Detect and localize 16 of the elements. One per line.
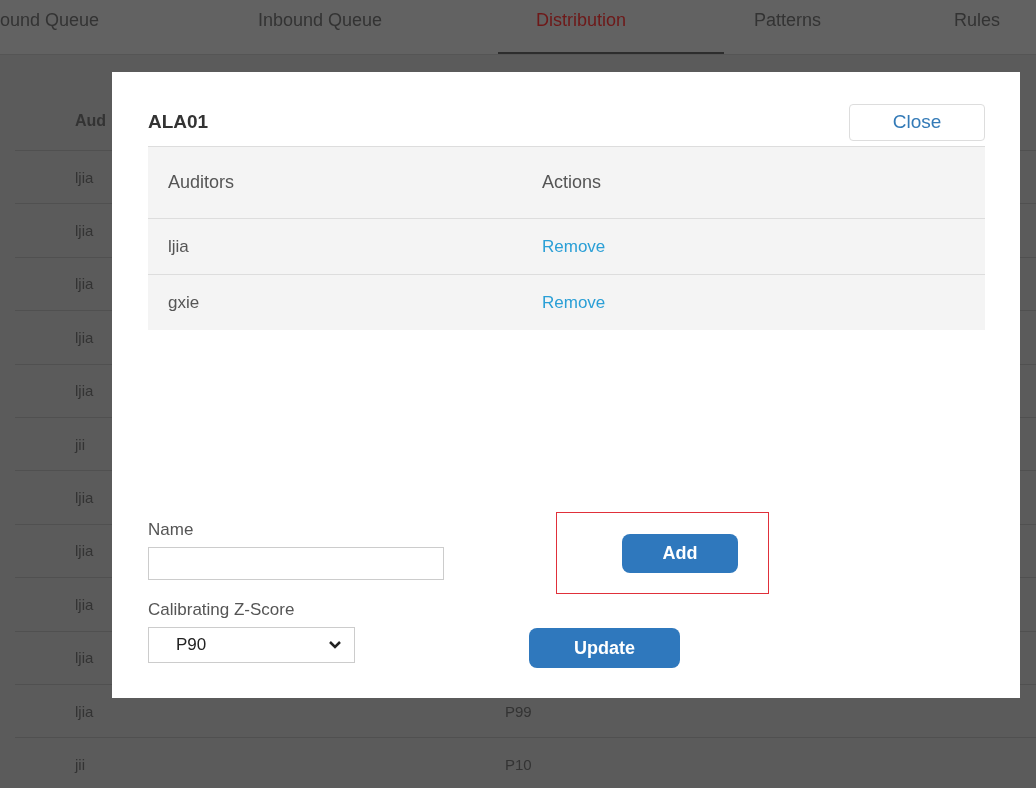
table-cell-text: ljia (167, 236, 190, 257)
field-label: Calibrating Z-Score (148, 600, 296, 620)
column-header: Auditors (167, 172, 236, 193)
close-button[interactable]: Close (849, 103, 985, 141)
remove-link[interactable]: Remove (542, 236, 606, 256)
chevron-down-icon (328, 640, 342, 650)
table-cell-text: gxie (167, 292, 201, 313)
dialog-title: ALA01 (148, 111, 209, 133)
name-input-field[interactable] (148, 547, 444, 580)
zscore-select[interactable]: P90 (148, 627, 355, 663)
remove-link[interactable]: Remove (542, 292, 606, 312)
field-label: Name (148, 520, 195, 540)
add-button[interactable]: Add (622, 533, 738, 573)
update-button[interactable]: Update (529, 628, 680, 668)
column-header: Actions (542, 172, 602, 193)
tab[interactable]: Distribution (498, 0, 724, 54)
